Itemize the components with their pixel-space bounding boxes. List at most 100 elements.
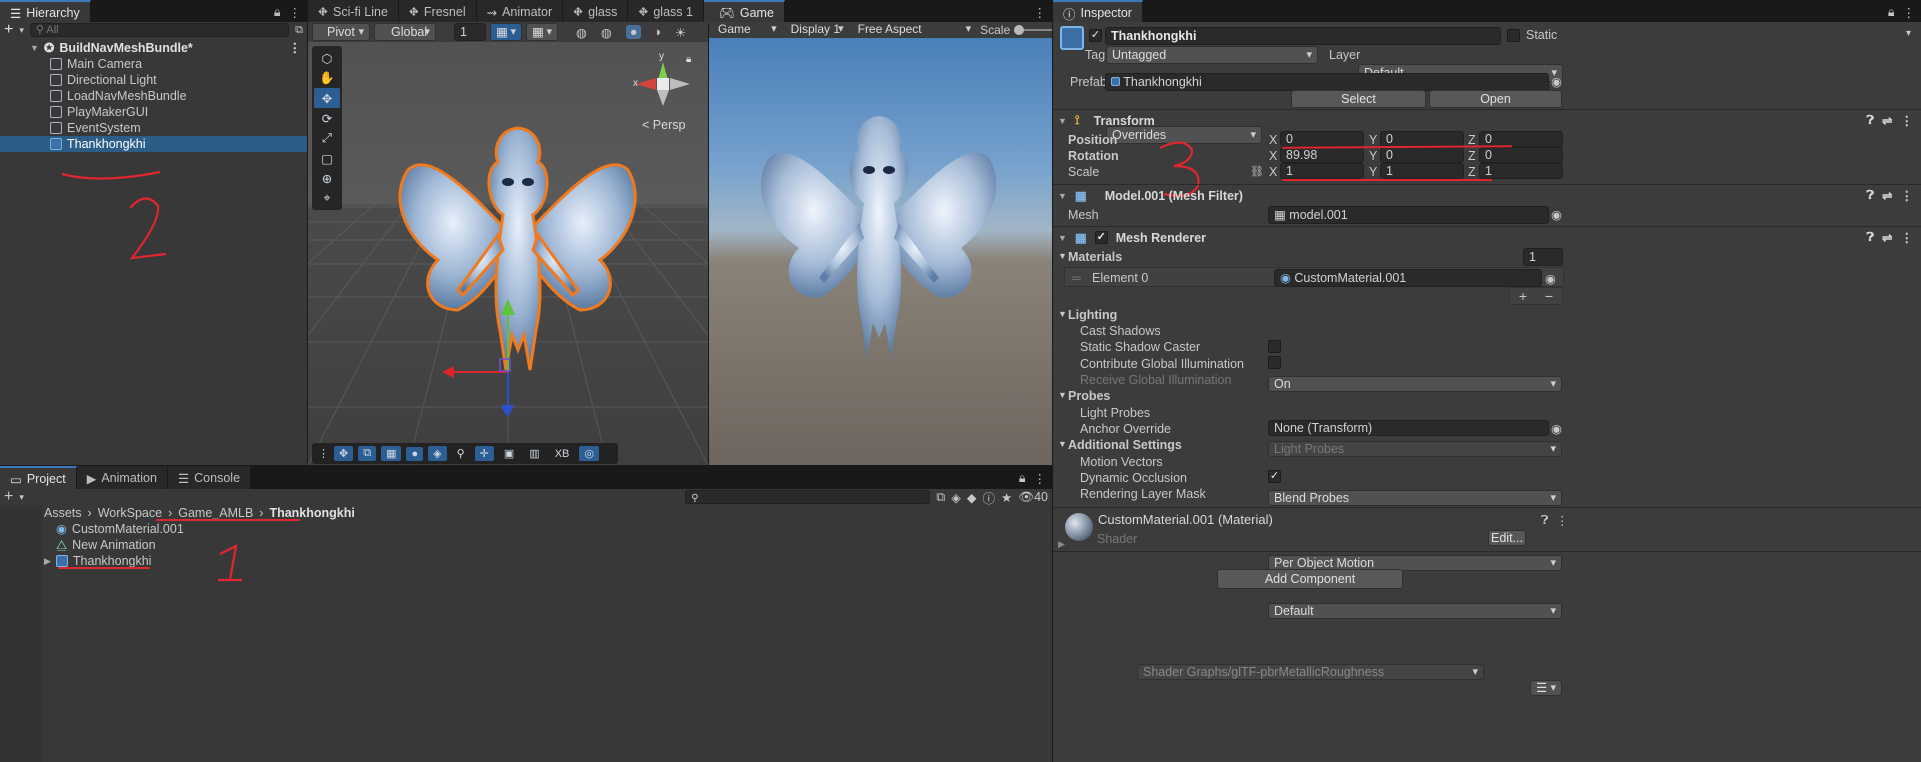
scale-tool-icon[interactable]: ⤢ bbox=[314, 128, 340, 148]
mesh-renderer-header[interactable]: ▼ ▦ ✓ Mesh Renderer ❓︎ ⇌ ⋮ bbox=[1053, 226, 1921, 248]
transform-tool-icon[interactable]: ⊕ bbox=[314, 168, 340, 188]
rect-tool-icon[interactable]: ▢ bbox=[314, 148, 340, 168]
chevron-right-icon[interactable]: ▶ bbox=[44, 553, 51, 569]
mesh-filter-header[interactable]: ▼ ▦ Model.001 (Mesh Filter) ❓︎ ⇌ ⋮ bbox=[1053, 184, 1921, 206]
asset-new-animation[interactable]: ⧋ New Animation bbox=[56, 537, 184, 553]
chevron-down-icon[interactable]: ▼ bbox=[1058, 309, 1067, 319]
transform-header[interactable]: ▼ ⟟ Transform ❓︎ ⇌ ⋮ bbox=[1053, 109, 1921, 131]
breadcrumb-workspace[interactable]: WorkSpace bbox=[98, 506, 162, 520]
hierarchy-item-directional-light[interactable]: Directional Light bbox=[0, 72, 307, 88]
hierarchy-item-main-camera[interactable]: Main Camera bbox=[0, 56, 307, 72]
link-icon[interactable]: ⛓︎ bbox=[1250, 165, 1264, 178]
rendering-layer-dropdown[interactable]: Default bbox=[1268, 603, 1562, 619]
shader-dropdown[interactable]: Shader Graphs/glTF-pbrMetallicRoughness bbox=[1137, 664, 1484, 680]
position-x-input[interactable]: 0 bbox=[1280, 131, 1364, 147]
active-checkbox[interactable]: ✓ bbox=[1089, 29, 1102, 42]
breadcrumb-game-amlb[interactable]: Game_AMLB bbox=[178, 506, 253, 520]
drag-handle-icon[interactable]: ═ bbox=[1072, 271, 1081, 285]
scale-y-input[interactable]: 1 bbox=[1380, 163, 1464, 179]
help-icon[interactable]: ❓︎ bbox=[1867, 188, 1875, 203]
chevron-down-icon[interactable]: ▼ bbox=[1058, 116, 1067, 126]
scale-slider[interactable] bbox=[1014, 25, 1052, 35]
object-picker-icon[interactable]: ◉ bbox=[1545, 271, 1556, 286]
add-icon[interactable]: + bbox=[4, 21, 13, 39]
wireframe-mode-icon[interactable]: ◑ bbox=[653, 25, 661, 39]
chevron-down-icon[interactable]: ▼ bbox=[1058, 233, 1067, 243]
position-y-input[interactable]: 0 bbox=[1380, 131, 1464, 147]
chevron-down-icon[interactable]: ▾ bbox=[1906, 28, 1911, 39]
help-icon[interactable]: ❓︎ bbox=[1867, 113, 1875, 128]
presets-icon[interactable]: ⇌ bbox=[1882, 230, 1892, 245]
stats-icon[interactable]: ▥ bbox=[524, 446, 544, 461]
mesh-field[interactable]: ▦ model.001 bbox=[1268, 206, 1549, 224]
anchor-override-field[interactable]: None (Transform) bbox=[1268, 420, 1549, 436]
lighting-icon[interactable]: ☀ bbox=[675, 25, 686, 40]
tab-inspector[interactable]: ⓘ Inspector bbox=[1053, 0, 1143, 24]
chevron-down-icon[interactable]: ▼ bbox=[1058, 251, 1067, 261]
hierarchy-scene-root[interactable]: ▼ ✪ BuildNavMeshBundle* ⋮ bbox=[0, 40, 307, 56]
chevron-down-icon[interactable]: ▼ bbox=[1058, 390, 1067, 400]
info-icon[interactable]: ⓘ bbox=[982, 488, 995, 507]
pivot-icon[interactable]: ✛ bbox=[474, 446, 494, 461]
add-icon[interactable]: + bbox=[4, 488, 13, 506]
select-button[interactable]: Select bbox=[1291, 90, 1426, 108]
tab-animator[interactable]: ⇝ Animator bbox=[476, 0, 564, 24]
add-component-button[interactable]: Add Component bbox=[1217, 569, 1403, 589]
display-dropdown[interactable]: Display 1 bbox=[786, 22, 849, 38]
lock-icon[interactable]: 🔒︎ bbox=[686, 54, 691, 65]
kebab-menu-icon[interactable]: ⋮ bbox=[1903, 5, 1916, 20]
lock-icon[interactable]: 🔒︎ bbox=[1888, 5, 1895, 20]
cast-shadows-dropdown[interactable]: On bbox=[1268, 376, 1562, 392]
chevron-down-icon[interactable]: ▼ bbox=[1058, 191, 1067, 201]
tab-glass[interactable]: ⛖ glass bbox=[563, 0, 629, 24]
kebab-menu-icon[interactable]: ⋮ bbox=[1901, 230, 1914, 245]
kebab-menu-icon[interactable]: ⋮ bbox=[1901, 188, 1914, 203]
object-picker-icon[interactable]: ◉ bbox=[1551, 207, 1562, 222]
presets-icon[interactable]: ⇌ bbox=[1882, 188, 1892, 203]
tab-console[interactable]: ☰ Console bbox=[167, 466, 252, 490]
rotate-tool-icon[interactable]: ⟳ bbox=[314, 108, 340, 128]
project-search-input[interactable]: ⚲ bbox=[685, 490, 931, 504]
scale-z-input[interactable]: 1 bbox=[1479, 163, 1563, 179]
camera-icon[interactable]: ▣ bbox=[499, 446, 519, 461]
light-probes-dropdown[interactable]: Blend Probes bbox=[1268, 490, 1562, 506]
presets-icon[interactable]: ⇌ bbox=[1882, 113, 1892, 128]
static-checkbox[interactable] bbox=[1507, 29, 1520, 42]
kebab-menu-icon[interactable]: ⋮ bbox=[1556, 513, 1569, 528]
scene-viewport[interactable]: ⬡ ✋ ✥ ⟳ ⤢ ▢ ⊕ ⌖ y x 🔒︎ < Persp ⋮ ✥ ⧉ ▦ ●… bbox=[308, 42, 708, 465]
aspect-dropdown[interactable]: Free Aspect bbox=[853, 22, 977, 38]
tab-game[interactable]: 🎮︎ Game bbox=[709, 0, 785, 24]
scale-x-input[interactable]: 1 bbox=[1280, 163, 1364, 179]
custom-tool-icon[interactable]: ⌖ bbox=[314, 188, 340, 208]
help-icon[interactable]: ❓︎ bbox=[1867, 230, 1875, 245]
asset-custommaterial[interactable]: ◉ CustomMaterial.001 bbox=[56, 521, 184, 537]
add-icon[interactable]: + bbox=[1519, 288, 1527, 304]
hand-tool-icon[interactable]: ✋ bbox=[314, 68, 340, 88]
open-button[interactable]: Open bbox=[1429, 90, 1562, 108]
kebab-menu-icon[interactable]: ⋮ bbox=[1034, 471, 1047, 486]
chevron-right-icon[interactable]: ▶ bbox=[1058, 539, 1065, 550]
materials-count-input[interactable]: 1 bbox=[1523, 248, 1563, 266]
tab-sci-fi-line[interactable]: ⛖ Sci-fi Line bbox=[308, 0, 399, 24]
chevron-down-icon[interactable]: ▼ bbox=[1058, 439, 1067, 449]
tab-fresnel[interactable]: ⛖ Fresnel bbox=[398, 0, 477, 24]
project-folder-tree[interactable] bbox=[0, 505, 42, 762]
hierarchy-item-loadnavmeshbundle[interactable]: LoadNavMeshBundle bbox=[0, 88, 307, 104]
rotation-x-input[interactable]: 89.98 bbox=[1280, 147, 1364, 163]
chevron-down-icon[interactable]: ▾ bbox=[19, 492, 24, 503]
kebab-menu-icon[interactable]: ⋮ bbox=[289, 5, 302, 20]
hierarchy-item-eventsystem[interactable]: EventSystem bbox=[0, 120, 307, 136]
tab-animation[interactable]: ▶ Animation bbox=[76, 466, 168, 490]
align-icon[interactable]: ⧉ bbox=[358, 446, 377, 461]
dynamic-occlusion-checkbox[interactable]: ✓ bbox=[1268, 470, 1281, 483]
increment-snap-dropdown[interactable]: ▦ bbox=[526, 23, 558, 41]
compass-icon[interactable]: ◎ bbox=[579, 446, 599, 461]
global-dropdown[interactable]: Global bbox=[374, 23, 436, 41]
material-element-field[interactable]: ◉ CustomMaterial.001 bbox=[1274, 269, 1542, 287]
kebab-menu-icon[interactable]: ⋮ bbox=[1901, 113, 1914, 128]
pivot-dropdown[interactable]: Pivot bbox=[312, 23, 370, 41]
contribute-gi-checkbox[interactable] bbox=[1268, 356, 1281, 369]
layers-icon[interactable]: ◈ bbox=[428, 446, 447, 461]
tab-project[interactable]: ▭ Project bbox=[0, 466, 77, 490]
move-tool-icon[interactable]: ✥ bbox=[314, 88, 340, 108]
